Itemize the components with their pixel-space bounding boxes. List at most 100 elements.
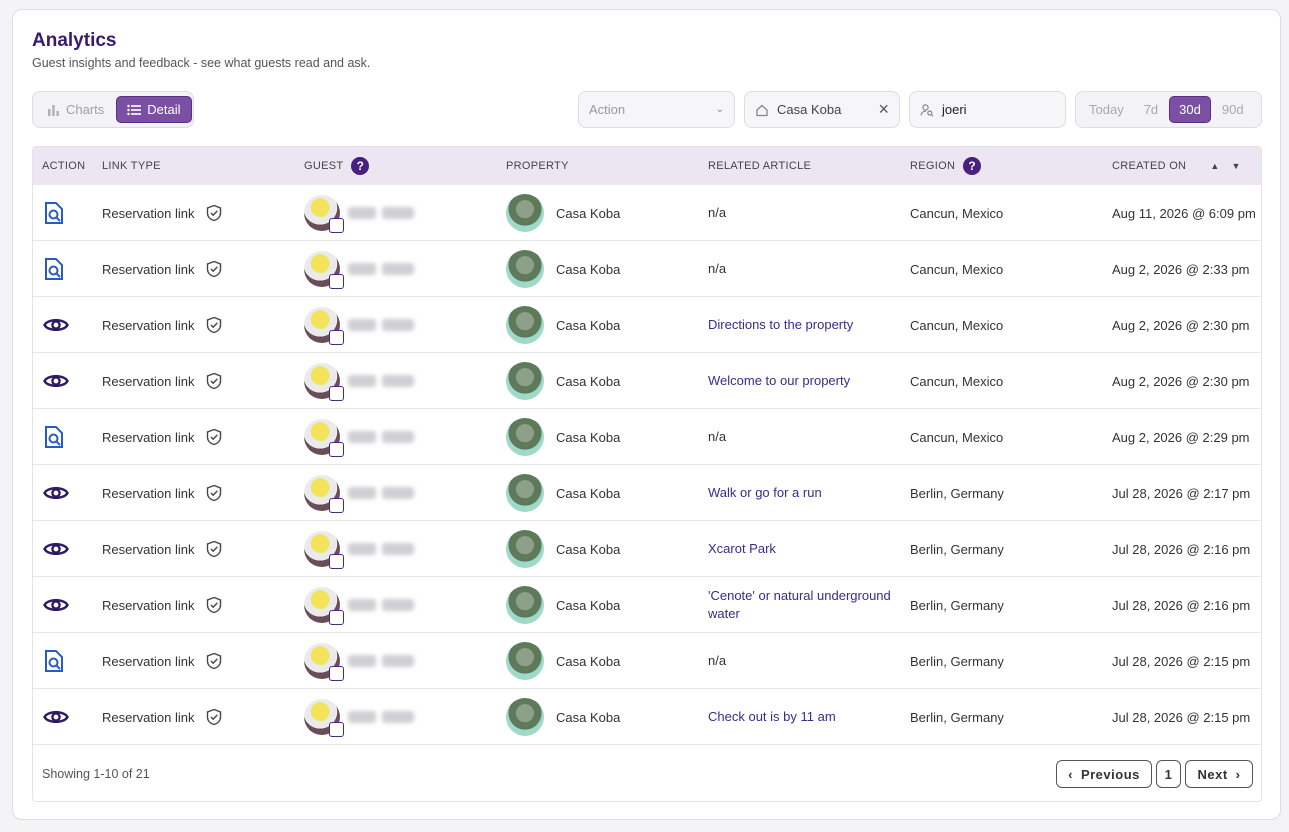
column-related-article: RELATED ARTICLE (708, 160, 812, 172)
property-filter-value: Casa Koba (777, 102, 842, 117)
close-icon[interactable]: × (878, 99, 889, 120)
charts-tab-label: Charts (66, 102, 105, 117)
column-property: PROPERTY (506, 160, 569, 172)
guest-name-redacted (348, 375, 416, 387)
column-created-on[interactable]: CREATED ON ▲ ▼ (1112, 147, 1241, 185)
table-row[interactable]: Reservation link Casa Koba Directions to… (33, 297, 1261, 353)
region: Cancun, Mexico (910, 373, 1004, 389)
sort-asc-icon[interactable]: ▲ (1210, 161, 1219, 171)
action-cell (43, 185, 65, 241)
charts-tab[interactable]: Charts (37, 96, 114, 123)
property-name: Casa Koba (556, 317, 621, 333)
property-name: Casa Koba (556, 709, 621, 725)
related-article: n/a (708, 653, 727, 668)
property-thumbnail (506, 194, 544, 232)
region: Cancun, Mexico (910, 261, 1004, 277)
related-article: n/a (708, 205, 727, 220)
avatar (304, 419, 344, 457)
action-select-placeholder: Action (589, 102, 626, 117)
link-type-label: Reservation link (102, 485, 195, 501)
range-90d[interactable]: 90d (1213, 96, 1253, 123)
property-filter[interactable]: Casa Koba × (744, 91, 900, 128)
region: Berlin, Germany (910, 485, 1004, 501)
range-7d[interactable]: 7d (1135, 96, 1167, 123)
avatar (304, 363, 344, 401)
chevron-down-icon: ⌄ (715, 104, 724, 115)
detail-tab-label: Detail (147, 102, 181, 117)
sort-desc-icon[interactable]: ▼ (1232, 161, 1241, 171)
table-row[interactable]: Reservation link Casa Koba 'Cenote' or n… (33, 577, 1261, 633)
link-type-cell: Reservation link (102, 297, 223, 353)
property-thumbnail (506, 642, 544, 680)
avatar (304, 643, 344, 681)
range-today[interactable]: Today (1080, 96, 1133, 123)
action-cell (43, 633, 65, 689)
property-thumbnail (506, 586, 544, 624)
help-icon[interactable]: ? (963, 157, 982, 175)
calendar-icon (329, 274, 344, 289)
action-select[interactable]: Action ⌄ (578, 91, 735, 128)
range-30d[interactable]: 30d (1169, 96, 1211, 123)
related-article[interactable]: 'Cenote' or natural underground water (708, 577, 898, 633)
sort-controls[interactable]: ▲ ▼ (1210, 161, 1240, 171)
created-on: Aug 2, 2026 @ 2:30 pm (1112, 317, 1250, 333)
table-row[interactable]: Reservation link Casa Koba Welcome to ou… (33, 353, 1261, 409)
table-row[interactable]: Reservation link Casa Koba Walk or go fo… (33, 465, 1261, 521)
guest-cell (304, 185, 416, 241)
link-type-cell: Reservation link (102, 577, 223, 633)
region: Berlin, Germany (910, 541, 1004, 557)
action-cell (43, 353, 69, 409)
link-type-label: Reservation link (102, 205, 195, 221)
shield-check-icon (205, 596, 223, 614)
table-row[interactable]: Reservation link Casa Koba n/a Cancun, M… (33, 409, 1261, 465)
related-article[interactable]: Directions to the property (708, 297, 898, 353)
related-article[interactable]: Welcome to our property (708, 353, 898, 409)
column-region: REGION ? (910, 147, 982, 185)
calendar-icon (329, 218, 344, 233)
calendar-icon (329, 666, 344, 681)
link-type-cell: Reservation link (102, 241, 223, 297)
detail-tab[interactable]: Detail (116, 96, 192, 123)
table-row[interactable]: Reservation link Casa Koba n/a Berlin, G… (33, 633, 1261, 689)
link-type-label: Reservation link (102, 429, 195, 445)
avatar (304, 699, 344, 737)
table-row[interactable]: Reservation link Casa Koba Xcarot Park B… (33, 521, 1261, 577)
related-article[interactable]: Walk or go for a run (708, 465, 898, 521)
home-icon (756, 104, 768, 116)
page-title: Analytics (32, 30, 117, 51)
created-on: Jul 28, 2026 @ 2:15 pm (1112, 709, 1251, 725)
avatar (304, 587, 344, 625)
region: Berlin, Germany (910, 597, 1004, 613)
property-name: Casa Koba (556, 485, 621, 501)
related-article[interactable]: Xcarot Park (708, 521, 898, 577)
avatar (304, 531, 344, 569)
calendar-icon (329, 722, 344, 737)
action-cell (43, 577, 69, 633)
property-cell: Casa Koba (506, 353, 620, 409)
link-type-cell: Reservation link (102, 689, 223, 745)
property-thumbnail (506, 250, 544, 288)
link-type-label: Reservation link (102, 597, 195, 613)
table-row[interactable]: Reservation link Casa Koba n/a Cancun, M… (33, 241, 1261, 297)
calendar-icon (329, 610, 344, 625)
view-toggle: Charts Detail (32, 91, 194, 128)
table-row[interactable]: Reservation link Casa Koba n/a Cancun, M… (33, 185, 1261, 241)
guest-search-input[interactable]: joeri (909, 91, 1066, 128)
column-guest: GUEST ? (304, 147, 370, 185)
guest-name-redacted (348, 319, 416, 331)
related-article[interactable]: Check out is by 11 am (708, 689, 898, 745)
previous-button[interactable]: ‹ Previous (1056, 760, 1152, 788)
next-button[interactable]: Next › (1185, 760, 1253, 788)
shield-check-icon (205, 260, 223, 278)
property-thumbnail (506, 362, 544, 400)
region: Berlin, Germany (910, 653, 1004, 669)
page-1-button[interactable]: 1 (1156, 760, 1181, 788)
analytics-card: Analytics Guest insights and feedback - … (12, 9, 1281, 820)
eye-icon (43, 316, 69, 334)
help-icon[interactable]: ? (351, 157, 370, 175)
link-type-cell: Reservation link (102, 521, 223, 577)
guest-name-redacted (348, 207, 416, 219)
avatar (304, 307, 344, 345)
table-row[interactable]: Reservation link Casa Koba Check out is … (33, 689, 1261, 745)
eye-icon (43, 484, 69, 502)
